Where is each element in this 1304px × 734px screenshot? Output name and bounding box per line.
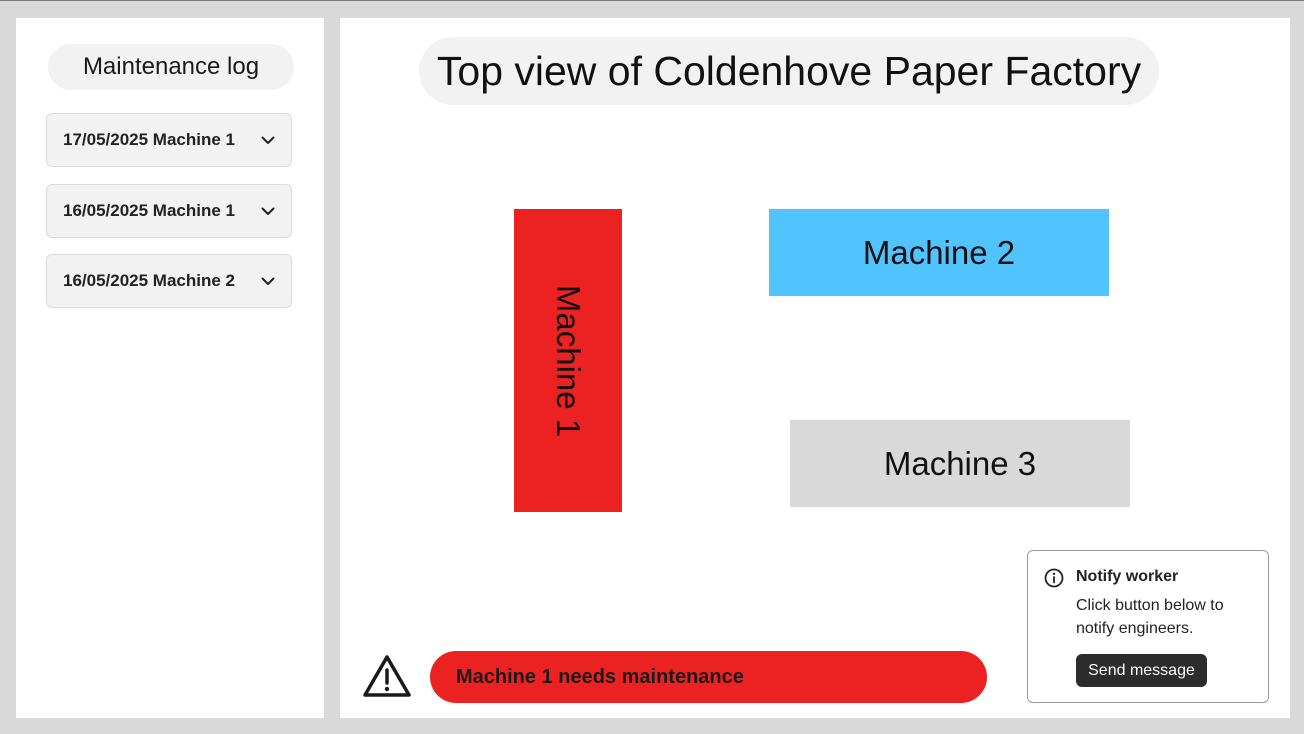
log-item-label: 16/05/2025 Machine 2 <box>63 271 236 290</box>
log-item-1[interactable]: 16/05/2025 Machine 1 <box>46 184 292 238</box>
machine-1-label: Machine 1 <box>550 284 588 437</box>
window-top-border <box>0 0 1304 1</box>
log-item-2[interactable]: 16/05/2025 Machine 2 <box>46 254 292 308</box>
machine-2-label: Machine 2 <box>862 233 1016 271</box>
notify-worker-card: Notify worker Click button below to noti… <box>1027 550 1269 703</box>
machine-3-block[interactable]: Machine 3 <box>790 420 1130 507</box>
info-icon <box>1044 568 1064 588</box>
chevron-down-icon[interactable] <box>259 202 277 220</box>
maintenance-sidebar: Maintenance log 17/05/2025 Machine 1 16/… <box>16 18 324 718</box>
machine-1-block[interactable]: Machine 1 <box>514 209 622 512</box>
chevron-down-icon[interactable] <box>259 131 277 149</box>
send-message-button[interactable]: Send message <box>1076 654 1207 687</box>
machine-3-label: Machine 3 <box>883 444 1037 482</box>
factory-main-panel: Top view of Coldenhove Paper Factory Mac… <box>340 18 1290 718</box>
log-item-label: 17/05/2025 Machine 1 <box>63 130 236 149</box>
notify-title: Notify worker <box>1076 568 1179 585</box>
page-title: Top view of Coldenhove Paper Factory <box>419 37 1159 105</box>
log-item-0[interactable]: 17/05/2025 Machine 1 <box>46 113 292 167</box>
notify-body: Click button below to notify engineers. <box>1076 597 1224 637</box>
alert-text: Machine 1 needs maintenance <box>456 665 744 688</box>
chevron-down-icon[interactable] <box>259 272 277 290</box>
log-item-label: 16/05/2025 Machine 1 <box>63 201 236 220</box>
maintenance-log-title: Maintenance log <box>48 44 294 90</box>
warning-triangle-icon <box>362 654 412 698</box>
machine-2-block[interactable]: Machine 2 <box>769 209 1109 296</box>
maintenance-alert-bar: Machine 1 needs maintenance <box>430 651 987 703</box>
